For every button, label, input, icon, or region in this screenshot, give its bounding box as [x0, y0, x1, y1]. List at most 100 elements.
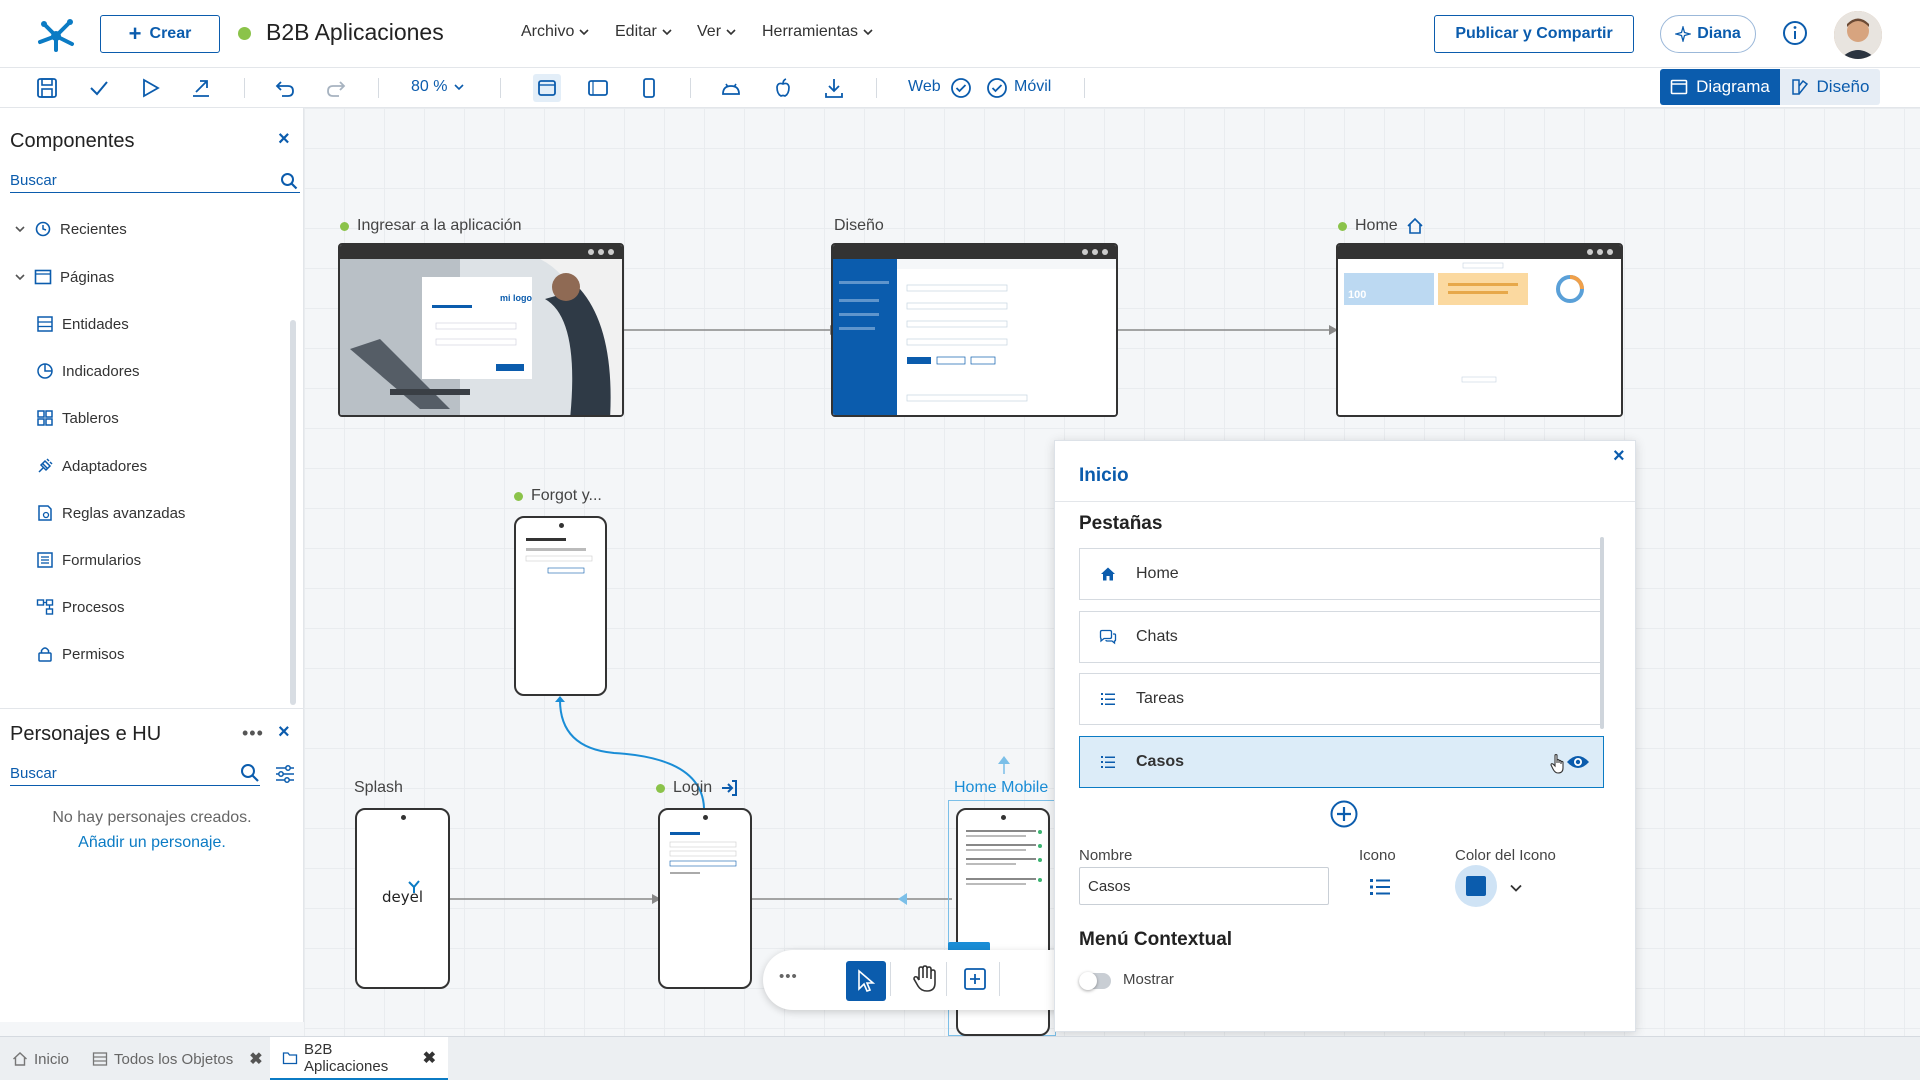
more-options-icon[interactable]: ••• [242, 723, 264, 744]
export-icon[interactable] [190, 77, 212, 99]
undo-icon[interactable] [274, 77, 296, 99]
tree-item-tableros[interactable]: Tableros [36, 409, 119, 427]
web-check-icon[interactable] [950, 77, 972, 99]
nombre-input[interactable] [1079, 867, 1329, 905]
login-icon [720, 779, 738, 797]
tree-item-permisos[interactable]: Permisos [36, 645, 125, 663]
eye-icon[interactable] [1566, 753, 1590, 771]
page-thumbnail-login[interactable] [658, 808, 752, 989]
form-icon [36, 551, 54, 569]
more-options-icon[interactable]: ••• [779, 968, 798, 985]
filter-icon[interactable] [275, 764, 295, 784]
menu-archivo[interactable]: Archivo [521, 23, 590, 41]
crear-button[interactable]: + Crear [100, 15, 220, 53]
node-label-diseno[interactable]: Diseño [834, 217, 884, 235]
tab-row-casos[interactable]: Casos [1079, 736, 1604, 788]
tabs-scrollbar[interactable] [1600, 537, 1604, 729]
app-logo-icon[interactable] [36, 14, 76, 54]
zoom-select[interactable]: 80 % [411, 78, 465, 96]
page-thumbnail-ingresar[interactable]: mi logo [338, 243, 624, 417]
movil-check-icon[interactable] [986, 77, 1008, 99]
save-icon[interactable] [36, 77, 58, 99]
node-label-home-mobile[interactable]: Home Mobile [954, 779, 1048, 797]
tab-inicio[interactable]: Inicio [12, 1037, 69, 1080]
personas-search-input[interactable]: Buscar [10, 765, 260, 786]
canvas-toolbox: ••• [763, 950, 1063, 1010]
node-label-forgot[interactable]: Forgot y... [514, 487, 602, 505]
tab-b2b-aplicaciones[interactable]: B2B Aplicaciones ✖ [270, 1037, 448, 1080]
tree-item-adaptadores[interactable]: Adaptadores [36, 457, 147, 475]
play-icon[interactable] [139, 77, 161, 99]
menu-editar[interactable]: Editar [615, 23, 673, 41]
toolbar-divider [876, 78, 877, 98]
search-icon[interactable] [280, 172, 298, 190]
empty-personas-text: No hay personajes creados. [52, 809, 252, 826]
phone-notch [558, 523, 564, 528]
page-thumbnail-forgot[interactable] [514, 516, 607, 696]
menu-herramientas-label: Herramientas [762, 23, 859, 40]
components-search-input[interactable]: Buscar [10, 172, 300, 193]
menu-herramientas[interactable]: Herramientas [762, 23, 874, 41]
sparkle-icon [1675, 26, 1692, 42]
tree-item-procesos[interactable]: Procesos [36, 598, 125, 616]
tree-item-indicadores[interactable]: Indicadores [36, 362, 140, 380]
node-label-home[interactable]: Home [1338, 217, 1424, 235]
movil-label[interactable]: Móvil [1014, 78, 1051, 96]
mostrar-toggle[interactable] [1079, 972, 1111, 990]
close-icon[interactable]: ✖ [423, 1048, 436, 1068]
icon-picker-list-icon[interactable] [1369, 877, 1391, 897]
close-icon[interactable]: × [278, 128, 290, 151]
chevron-down-icon[interactable] [1509, 881, 1523, 895]
publicar-button[interactable]: Publicar y Compartir [1434, 15, 1634, 53]
tree-item-recientes[interactable]: Recientes [14, 220, 127, 238]
page-thumbnail-diseno[interactable] [831, 243, 1118, 417]
tablet-view-icon[interactable] [587, 77, 609, 99]
node-label-ingresar[interactable]: Ingresar a la aplicación [340, 217, 522, 235]
tree-item-reglas[interactable]: Reglas avanzadas [36, 504, 185, 522]
close-icon[interactable]: × [278, 721, 290, 744]
color-swatch[interactable] [1455, 865, 1497, 907]
redo-icon[interactable] [325, 77, 347, 99]
check-icon[interactable] [88, 77, 110, 99]
cursor-icon [855, 969, 877, 993]
tree-item-formularios[interactable]: Formularios [36, 551, 141, 569]
tab-row-home[interactable]: Home [1079, 548, 1604, 600]
diana-button[interactable]: Diana [1660, 15, 1756, 53]
download-icon[interactable] [823, 77, 845, 99]
hand-tool-icon[interactable] [911, 964, 939, 994]
add-frame-icon[interactable] [963, 967, 987, 991]
menu-editar-label: Editar [615, 23, 657, 40]
menu-ver[interactable]: Ver [697, 23, 737, 41]
icono-label: Icono [1359, 847, 1396, 864]
add-persona-link[interactable]: Añadir un personaje. [0, 834, 304, 852]
search-icon[interactable] [240, 763, 260, 783]
tree-item-label: Tableros [62, 409, 119, 427]
home-icon [1406, 217, 1424, 235]
avatar[interactable] [1834, 11, 1882, 59]
info-icon[interactable] [1782, 20, 1808, 46]
tab-row-chats[interactable]: Chats [1079, 611, 1604, 663]
page-thumbnail-splash[interactable]: deyel [355, 808, 450, 989]
bottom-tab-bar: Inicio Todos los Objetos ✖ B2B Aplicacion… [0, 1036, 1920, 1080]
diagrama-button[interactable]: Diagrama [1660, 69, 1780, 105]
tab-row-tareas[interactable]: Tareas [1079, 673, 1604, 725]
node-label-splash[interactable]: Splash [354, 779, 403, 797]
apple-icon[interactable] [772, 77, 794, 99]
desktop-view-icon[interactable] [533, 74, 561, 102]
android-icon[interactable] [720, 77, 742, 99]
menu-archivo-label: Archivo [521, 23, 575, 40]
mobile-view-icon[interactable] [638, 77, 660, 99]
web-label[interactable]: Web [908, 78, 941, 96]
tree-item-paginas[interactable]: Páginas [14, 268, 114, 286]
pointer-tool-button[interactable] [846, 961, 886, 1001]
node-label-login[interactable]: Login [656, 779, 738, 797]
close-icon[interactable]: ✖ [249, 1049, 262, 1069]
toolbar-divider [1084, 78, 1085, 98]
components-scrollbar[interactable] [290, 320, 296, 705]
page-thumbnail-home[interactable]: 100 [1336, 243, 1623, 417]
close-icon[interactable]: × [1613, 445, 1625, 468]
tab-todos-objetos[interactable]: Todos los Objetos ✖ [92, 1037, 263, 1080]
add-tab-icon[interactable] [1329, 799, 1359, 829]
tree-item-entidades[interactable]: Entidades [36, 315, 129, 333]
diseno-button[interactable]: Diseño [1780, 69, 1880, 105]
